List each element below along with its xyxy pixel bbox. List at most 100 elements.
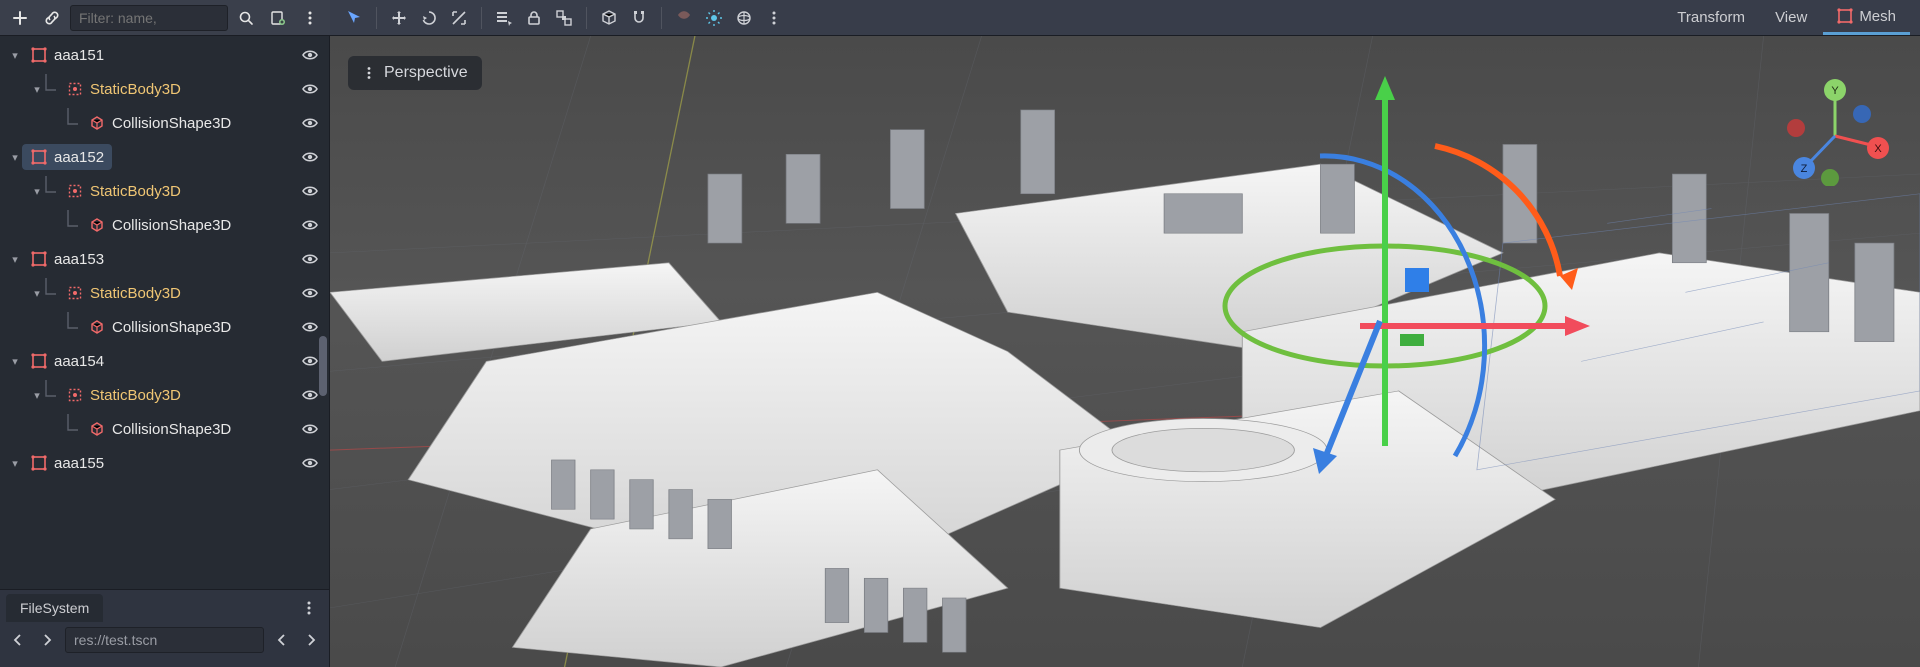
scene-tree[interactable]: ▾aaa151▾StaticBody3DCollisionShape3D▾aaa… — [0, 36, 329, 589]
perspective-badge[interactable]: Perspective — [348, 56, 482, 90]
snap-magnet-button[interactable] — [625, 4, 653, 32]
tree-row[interactable]: CollisionShape3D — [0, 106, 329, 140]
expand-arrow[interactable]: ▾ — [8, 457, 22, 470]
visibility-toggle[interactable] — [299, 418, 321, 440]
viewport-toolbar: Transform View Mesh — [330, 0, 1920, 35]
viewport-3d[interactable]: Perspective Y X Z — [330, 36, 1920, 667]
more-icon[interactable] — [296, 4, 324, 32]
tree-row[interactable]: ▾ StaticBody3D — [0, 174, 329, 208]
tab-mesh[interactable]: Mesh — [1823, 0, 1910, 35]
list-select-button[interactable] — [490, 4, 518, 32]
tree-row[interactable]: CollisionShape3D — [0, 208, 329, 242]
node-label: StaticBody3D — [90, 387, 181, 404]
node-label: StaticBody3D — [90, 285, 181, 302]
visibility-toggle[interactable] — [299, 78, 321, 100]
tree-row[interactable]: CollisionShape3D — [0, 310, 329, 344]
divider — [586, 7, 587, 29]
add-script-button[interactable] — [264, 4, 292, 32]
scene-tree-header — [0, 0, 330, 35]
filesystem-path-input[interactable] — [65, 627, 264, 653]
top-row: Transform View Mesh — [0, 0, 1920, 36]
visibility-toggle[interactable] — [299, 350, 321, 372]
tree-row[interactable]: ▾StaticBody3D — [0, 72, 329, 106]
tree-row[interactable]: ▾aaa154 — [0, 344, 329, 378]
fs-tab-label: FileSystem — [20, 600, 89, 616]
visibility-toggle[interactable] — [299, 248, 321, 270]
sun-button[interactable] — [700, 4, 728, 32]
add-node-button[interactable] — [6, 4, 34, 32]
mesh-icon — [30, 454, 48, 472]
visibility-toggle[interactable] — [299, 180, 321, 202]
expand-arrow[interactable]: ▾ — [8, 49, 22, 62]
tree-row[interactable]: ▾ aaa153 — [0, 242, 329, 276]
move-tool-button[interactable] — [385, 4, 413, 32]
body-icon — [66, 80, 84, 98]
tree-row[interactable]: ▾aaa155 — [0, 446, 329, 480]
tab-transform[interactable]: Transform — [1663, 0, 1759, 35]
tab-label: Transform — [1677, 9, 1745, 26]
group-button[interactable] — [550, 4, 578, 32]
camera-button[interactable] — [670, 4, 698, 32]
nav-forward-button[interactable] — [36, 626, 60, 654]
visibility-toggle[interactable] — [299, 44, 321, 66]
visibility-toggle[interactable] — [299, 112, 321, 134]
visibility-toggle[interactable] — [299, 452, 321, 474]
visibility-toggle[interactable] — [299, 384, 321, 406]
filesystem-tab[interactable]: FileSystem — [6, 594, 103, 622]
scale-tool-button[interactable] — [445, 4, 473, 32]
node-label: aaa153 — [54, 251, 104, 268]
body-icon — [66, 284, 84, 302]
tree-elbow — [66, 210, 80, 240]
divider — [661, 7, 662, 29]
snap-cube-button[interactable] — [595, 4, 623, 32]
tree-row[interactable]: CollisionShape3D — [0, 412, 329, 446]
collision-icon — [88, 114, 106, 132]
body-icon — [66, 386, 84, 404]
tree-row[interactable]: ▾aaa151 — [0, 38, 329, 72]
expand-arrow[interactable]: ▾ — [8, 355, 22, 368]
perspective-label: Perspective — [384, 64, 468, 82]
more-icon — [362, 66, 376, 80]
tree-elbow — [44, 176, 58, 206]
node-label: StaticBody3D — [90, 183, 181, 200]
tree-elbow — [44, 74, 58, 104]
visibility-toggle[interactable] — [299, 316, 321, 338]
expand-arrow[interactable]: ▾ — [30, 287, 44, 300]
rotate-tool-button[interactable] — [415, 4, 443, 32]
search-icon[interactable] — [232, 4, 260, 32]
mesh-icon — [1837, 8, 1853, 24]
expand-arrow[interactable]: ▾ — [30, 389, 44, 402]
expand-arrow[interactable]: ▾ — [30, 83, 44, 96]
filesystem-panel: FileSystem — [0, 589, 329, 667]
collision-icon — [88, 318, 106, 336]
filesystem-more-icon[interactable] — [295, 594, 323, 622]
tree-elbow — [44, 278, 58, 308]
expand-arrow[interactable]: ▾ — [30, 185, 44, 198]
expand-arrow[interactable]: ▾ — [8, 151, 22, 164]
axis-z-label: Z — [1801, 163, 1808, 175]
tab-view[interactable]: View — [1761, 0, 1821, 35]
collision-icon — [88, 420, 106, 438]
lock-button[interactable] — [520, 4, 548, 32]
axis-gizmo[interactable]: Y X Z — [1780, 76, 1890, 186]
nav-back-button[interactable] — [6, 626, 30, 654]
tree-row[interactable]: ▾aaa152 — [0, 140, 329, 174]
viewport-menu-tabs: Transform View Mesh — [1663, 0, 1910, 35]
environment-button[interactable] — [730, 4, 758, 32]
filesystem-tab-row: FileSystem — [0, 590, 329, 626]
select-tool-button[interactable] — [340, 4, 368, 32]
transform-gizmo[interactable] — [1205, 76, 1605, 496]
visibility-toggle[interactable] — [299, 282, 321, 304]
divider — [481, 7, 482, 29]
link-button[interactable] — [38, 4, 66, 32]
viewport-more-icon[interactable] — [760, 4, 788, 32]
visibility-toggle[interactable] — [299, 214, 321, 236]
tree-row[interactable]: ▾ StaticBody3D — [0, 276, 329, 310]
tree-row[interactable]: ▾ StaticBody3D — [0, 378, 329, 412]
expand-arrow[interactable]: ▾ — [8, 253, 22, 266]
visibility-toggle[interactable] — [299, 146, 321, 168]
scene-filter-input[interactable] — [70, 5, 228, 31]
node-label: CollisionShape3D — [112, 319, 231, 336]
nav-back2-button[interactable] — [270, 626, 294, 654]
nav-forward2-button[interactable] — [300, 626, 324, 654]
